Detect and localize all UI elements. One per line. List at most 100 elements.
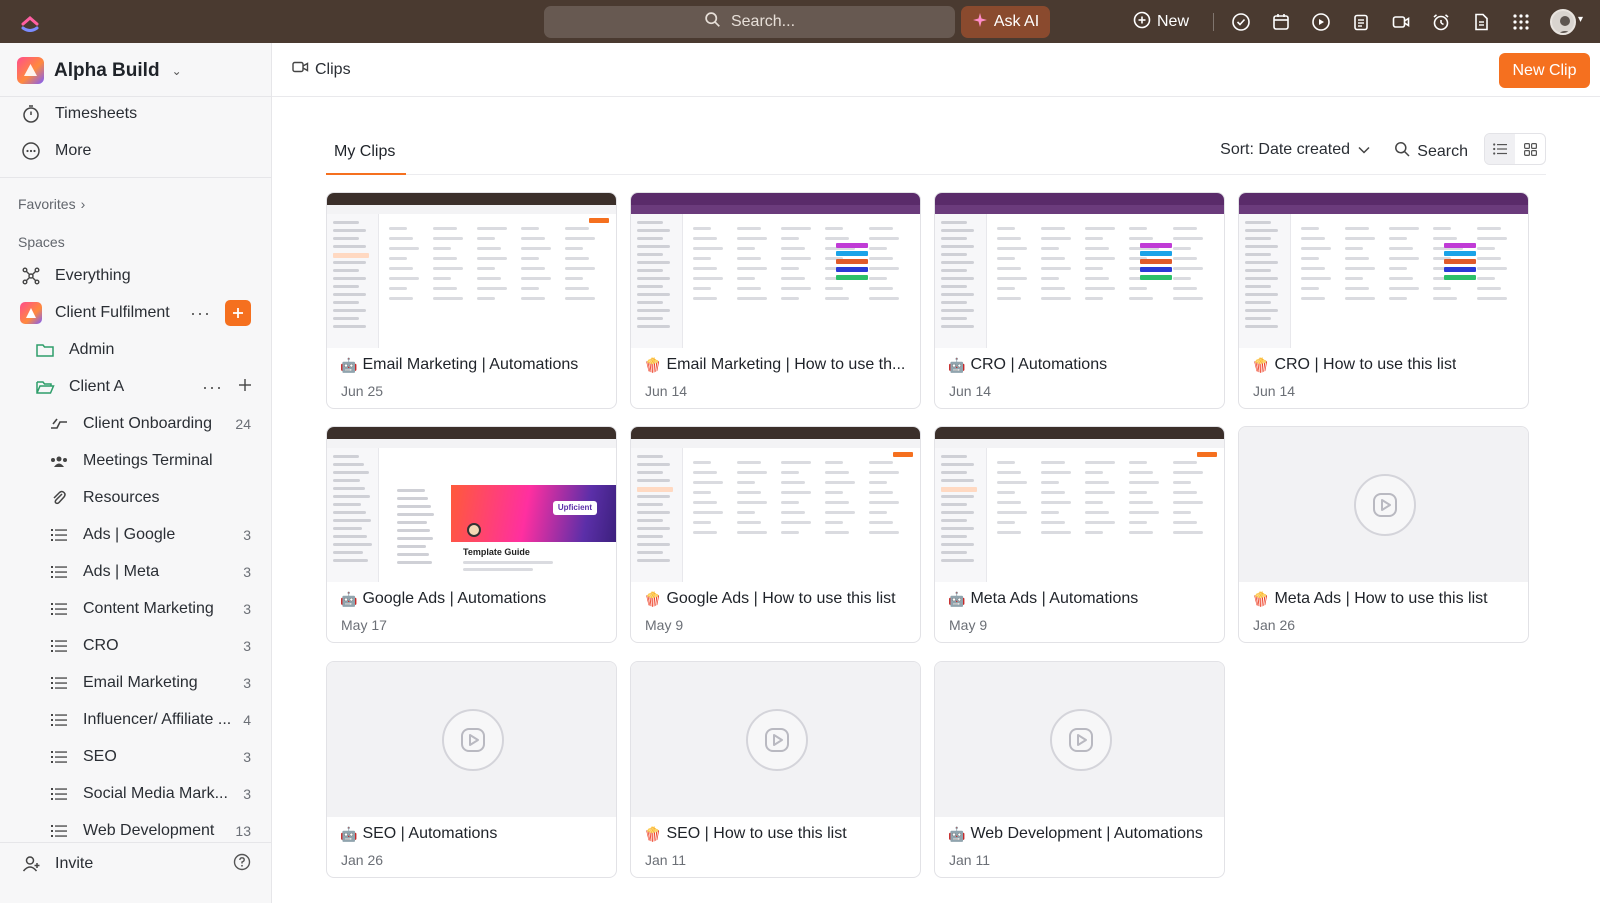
list-icon	[48, 709, 70, 731]
list-icon	[48, 635, 70, 657]
clip-thumbnail[interactable]	[327, 662, 616, 817]
sidebar-divider	[0, 177, 271, 178]
list-icon	[48, 746, 70, 768]
help-icon[interactable]	[233, 853, 251, 876]
add-to-space-button[interactable]	[225, 300, 251, 326]
clip-card[interactable]: 🍿 Email Marketing | How to use th... Jun 1…	[630, 192, 921, 409]
sidebar-space-client-fulfilment[interactable]: Client Fulfilment ···	[20, 297, 251, 329]
sidebar-item-label: Everything	[55, 267, 131, 284]
check-circle-icon[interactable]	[1230, 11, 1252, 33]
clip-thumbnail[interactable]	[631, 193, 920, 348]
more-dots-icon[interactable]: ···	[190, 303, 211, 324]
clips-search-button[interactable]: Search	[1394, 141, 1468, 162]
breadcrumb[interactable]: Clips	[292, 60, 351, 79]
clip-thumbnail[interactable]	[1239, 427, 1528, 582]
sidebar-list-cro[interactable]: CRO 3	[48, 630, 251, 662]
sidebar-folder-client-a[interactable]: Client A ···	[34, 371, 251, 403]
play-clock-icon[interactable]	[1310, 11, 1332, 33]
add-user-icon	[20, 853, 42, 875]
video-camera-icon[interactable]	[1390, 11, 1412, 33]
template-brand: Upficient	[553, 501, 597, 515]
sidebar-divider	[0, 842, 271, 843]
clip-date: Jan 26	[341, 852, 384, 868]
clip-emoji: 🤖	[948, 356, 966, 373]
global-search-input[interactable]: Search...	[544, 6, 955, 38]
sidebar-list-resources[interactable]: Resources	[48, 482, 251, 514]
clip-title-text: SEO | How to use this list	[666, 825, 847, 842]
workspace-switcher[interactable]: Alpha Build ⌄	[17, 57, 182, 84]
tab-my-clips[interactable]: My Clips	[326, 129, 403, 175]
clip-card[interactable]: 🤖 Web Development | Automations Jan 11	[934, 661, 1225, 878]
more-dots-icon[interactable]: ···	[202, 377, 223, 398]
play-icon[interactable]	[1353, 473, 1416, 536]
clip-date: Jun 14	[949, 383, 992, 399]
ask-ai-button[interactable]: Ask AI	[961, 6, 1050, 38]
sidebar-list-client-onboarding[interactable]: Client Onboarding 24	[48, 408, 251, 440]
chevron-down-icon[interactable]: ▾	[1578, 14, 1583, 25]
clip-card[interactable]: Upficient Template Guide 🤖 Google Ads | Aut…	[326, 426, 617, 643]
sidebar-item-timesheets[interactable]: Timesheets	[20, 98, 251, 130]
clips-toolbar: My Clips Sort: Date created Search	[326, 129, 1546, 175]
clip-thumbnail[interactable]	[631, 662, 920, 817]
clip-card[interactable]: 🤖 CRO | Automations Jun 14	[934, 192, 1225, 409]
clip-card[interactable]: 🍿 Google Ads | How to use this list May 9	[630, 426, 921, 643]
invite-button[interactable]: Invite	[20, 848, 251, 880]
user-avatar[interactable]	[1550, 9, 1576, 35]
document-icon[interactable]	[1470, 11, 1492, 33]
apps-grid-icon[interactable]	[1510, 11, 1532, 33]
clip-title: 🍿 Email Marketing | How to use th...	[644, 356, 910, 374]
add-plus-icon[interactable]	[239, 378, 251, 396]
folder-icon	[34, 339, 56, 361]
new-clip-button[interactable]: New Clip	[1499, 53, 1590, 88]
view-toggle	[1484, 133, 1546, 165]
clipboard-icon[interactable]	[1350, 11, 1372, 33]
app-logo-icon[interactable]	[18, 10, 42, 34]
clip-card[interactable]: 🍿 CRO | How to use this list Jun 14	[1238, 192, 1529, 409]
sidebar-list-content-marketing[interactable]: Content Marketing 3	[48, 593, 251, 625]
clip-card[interactable]: 🤖 Meta Ads | Automations May 9	[934, 426, 1225, 643]
sidebar-list-seo[interactable]: SEO 3	[48, 741, 251, 773]
clip-emoji: 🤖	[948, 825, 966, 842]
clip-title-text: SEO | Automations	[362, 825, 498, 842]
clip-thumbnail[interactable]	[631, 427, 920, 582]
clip-card[interactable]: 🤖 Email Marketing | Automations Jun 25	[326, 192, 617, 409]
sidebar-folder-admin[interactable]: Admin	[34, 334, 251, 366]
clip-card[interactable]: 🍿 SEO | How to use this list Jan 11	[630, 661, 921, 878]
sidebar-item-label: Client Fulfilment	[55, 304, 170, 321]
clip-thumbnail[interactable]	[935, 193, 1224, 348]
sidebar-list-ads-google[interactable]: Ads | Google 3	[48, 519, 251, 551]
play-icon[interactable]	[441, 708, 504, 771]
sidebar-list-influencer-affiliate[interactable]: Influencer/ Affiliate ... 4	[48, 704, 251, 736]
play-icon[interactable]	[745, 708, 808, 771]
clip-card[interactable]: 🍿 Meta Ads | How to use this list Jan 26	[1238, 426, 1529, 643]
sidebar-item-more[interactable]: More	[20, 135, 251, 167]
active-tab-indicator	[326, 173, 406, 175]
list-view-icon[interactable]	[1485, 134, 1515, 164]
clip-thumbnail[interactable]	[935, 662, 1224, 817]
clip-thumbnail[interactable]	[935, 427, 1224, 582]
grid-view-icon[interactable]	[1515, 134, 1545, 164]
sparkle-icon	[972, 12, 988, 33]
sidebar-item-label: Email Marketing	[83, 674, 198, 691]
clip-emoji: 🍿	[1252, 590, 1270, 607]
sidebar-list-ads-meta[interactable]: Ads | Meta 3	[48, 556, 251, 588]
clip-title: 🤖 Web Development | Automations	[948, 825, 1214, 843]
sidebar-list-email-marketing[interactable]: Email Marketing 3	[48, 667, 251, 699]
sidebar-item-everything[interactable]: Everything	[20, 260, 251, 292]
sort-dropdown[interactable]: Sort: Date created	[1220, 141, 1370, 159]
clip-thumbnail[interactable]	[1239, 193, 1528, 348]
new-button[interactable]: New	[1133, 6, 1189, 38]
clip-thumbnail[interactable]: Upficient Template Guide	[327, 427, 616, 582]
calendar-icon[interactable]	[1270, 11, 1292, 33]
favorites-header[interactable]: Favorites ›	[18, 196, 85, 212]
search-label: Search	[1417, 142, 1468, 160]
alarm-clock-icon[interactable]	[1430, 11, 1452, 33]
clip-card[interactable]: 🤖 SEO | Automations Jan 26	[326, 661, 617, 878]
play-icon[interactable]	[1049, 708, 1112, 771]
sidebar-list-meetings-terminal[interactable]: Meetings Terminal	[48, 445, 251, 477]
sidebar-item-label: Meetings Terminal	[83, 452, 213, 469]
onboarding-icon	[48, 413, 70, 435]
clip-title: 🤖 Meta Ads | Automations	[948, 590, 1214, 608]
clip-thumbnail[interactable]	[327, 193, 616, 348]
sidebar-list-social-media[interactable]: Social Media Mark... 3	[48, 778, 251, 810]
